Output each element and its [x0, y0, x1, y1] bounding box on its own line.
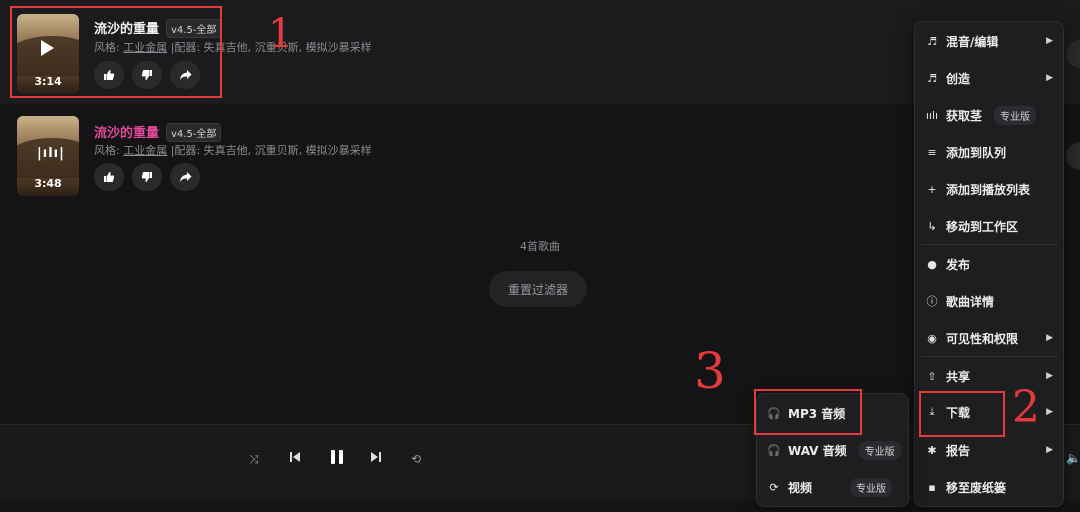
song-style: 风格: 工业金属 |配器: 失真吉他, 沉重贝斯, 模拟沙暴采样 — [94, 142, 372, 158]
menu-item-add-to-playlist[interactable]: + 添加到播放列表 — [915, 171, 1063, 207]
queue-icon: ≡ — [927, 145, 937, 159]
volume-icon[interactable]: 🔈 — [1066, 451, 1080, 465]
like-button[interactable] — [94, 163, 124, 191]
version-badge: v4.5-全部 — [166, 123, 222, 142]
reset-filter-button[interactable]: 重置过滤器 — [489, 271, 587, 307]
pause-icon[interactable] — [328, 448, 346, 470]
style-prefix: 风格: — [94, 144, 124, 157]
menu-item-trash[interactable]: ▪ 移至废纸篓 — [915, 469, 1063, 505]
globe-icon: ● — [927, 257, 937, 271]
annotation-number: 1 — [268, 11, 294, 57]
share-icon: ⇧ — [927, 369, 937, 383]
chevron-right-icon: ▶ — [1046, 73, 1053, 83]
share-arrow-icon — [179, 172, 191, 182]
menu-item-publish[interactable]: ● 发布 — [915, 246, 1063, 282]
annotation-number: 3 — [694, 342, 726, 400]
menu-item-wav-audio[interactable]: 🎧 WAV 音频 专业版 — [757, 432, 908, 468]
highlight-box — [754, 389, 862, 435]
trash-icon: ▪ — [928, 480, 936, 494]
pro-badge: 专业版 — [994, 105, 1037, 125]
duration: 3:48 — [34, 177, 62, 190]
menu-item-visibility[interactable]: ◉ 可见性和权限 ▶ — [915, 320, 1063, 356]
chevron-right-icon: ▶ — [1046, 333, 1053, 343]
music-note-icon: ♬ — [927, 34, 937, 48]
chevron-right-icon: ▶ — [1046, 371, 1053, 381]
pro-badge: 专业版 — [850, 477, 893, 497]
pro-badge: 专业版 — [858, 440, 901, 460]
info-icon: ⓘ — [926, 295, 938, 308]
style-link[interactable]: 工业金属 — [123, 144, 167, 157]
menu-divider — [921, 244, 1057, 245]
menu-item-create[interactable]: ♬ 创造 ▶ — [915, 60, 1063, 96]
video-icon: ⟳ — [769, 480, 779, 494]
menu-item-remix-edit[interactable]: ♬ 混音/编辑 ▶ — [915, 23, 1063, 59]
menu-item-video[interactable]: ⟳ 视频 专业版 — [757, 469, 908, 505]
cover-art[interactable]: |ılı| 3:48 — [17, 116, 79, 196]
eye-icon: ◉ — [927, 331, 937, 345]
annotation-number: 2 — [1012, 382, 1040, 433]
shuffle-icon[interactable]: ⤨ — [249, 452, 259, 467]
previous-icon[interactable] — [288, 450, 302, 468]
dislike-button[interactable] — [132, 163, 162, 191]
menu-divider — [921, 356, 1057, 357]
song-title[interactable]: 流沙的重量 — [94, 122, 159, 141]
highlight-box — [10, 6, 222, 98]
next-icon[interactable] — [369, 450, 383, 468]
share-button[interactable] — [170, 163, 200, 191]
music-note-icon: ♬ — [927, 71, 937, 85]
style-rest: |配器: 失真吉他, 沉重贝斯, 模拟沙暴采样 — [167, 144, 372, 157]
highlight-box — [919, 391, 1005, 437]
menu-item-move-to-workspace[interactable]: ↳ 移动到工作区 — [915, 208, 1063, 244]
menu-item-share[interactable]: ⇧ 共享 ▶ — [915, 358, 1063, 394]
chevron-right-icon: ▶ — [1046, 36, 1053, 46]
chevron-right-icon: ▶ — [1046, 407, 1053, 417]
waveform-icon: ıılı — [925, 108, 939, 122]
plus-icon: + — [927, 182, 937, 196]
bug-icon: ✱ — [927, 443, 937, 457]
song-actions — [94, 163, 200, 191]
menu-item-song-details[interactable]: ⓘ 歌曲详情 — [915, 283, 1063, 319]
now-playing-icon: |ılı| — [37, 146, 65, 161]
menu-item-get-stems[interactable]: ıılı 获取茎 专业版 — [915, 97, 1063, 133]
repeat-icon[interactable]: ⟲ — [411, 452, 421, 466]
thumbs-up-icon — [104, 172, 115, 182]
thumbs-down-icon — [141, 172, 152, 182]
menu-item-report[interactable]: ✱ 报告 ▶ — [915, 432, 1063, 468]
menu-item-add-to-queue[interactable]: ≡ 添加到队列 — [915, 134, 1063, 170]
move-arrow-icon: ↳ — [927, 219, 937, 233]
headphones-icon: 🎧 — [767, 443, 781, 457]
chevron-right-icon: ▶ — [1046, 445, 1053, 455]
